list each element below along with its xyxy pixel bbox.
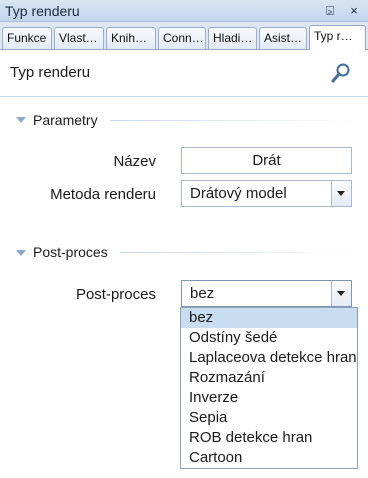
name-field-value: Drát: [252, 152, 281, 169]
render-method-label: Metoda renderu: [50, 186, 156, 203]
panel-title: Typ renderu: [10, 64, 91, 81]
dropdown-option[interactable]: Laplaceova detekce hran: [181, 348, 357, 368]
tab-hladiny[interactable]: Hladi…: [208, 27, 257, 49]
section-divider: [120, 252, 360, 253]
collapse-caret-icon[interactable]: [16, 117, 26, 123]
panel-header: Typ renderu: [0, 51, 368, 97]
section-title-post-proces[interactable]: Post-proces: [33, 244, 108, 260]
section-divider: [110, 120, 360, 121]
render-method-value: Drátový model: [190, 185, 287, 202]
dropdown-option[interactable]: ROB detekce hran: [181, 428, 357, 448]
dropdown-option[interactable]: Sepia: [181, 408, 357, 428]
post-proces-dropdown-list: bez Odstíny šedé Laplaceova detekce hran…: [180, 307, 358, 469]
post-proces-select[interactable]: bez: [181, 280, 352, 307]
tab-connections[interactable]: Conn…: [158, 27, 206, 49]
collapse-caret-icon[interactable]: [16, 250, 26, 256]
tab-typ-renderu[interactable]: Typ r…: [309, 25, 366, 50]
name-field[interactable]: Drát: [181, 147, 352, 174]
tab-strip: Funkce Vlast… Knih… Conn… Hladi… Asist… …: [0, 22, 368, 50]
dropdown-option[interactable]: Odstíny šedé: [181, 328, 357, 348]
dropdown-option[interactable]: Rozmazání: [181, 368, 357, 388]
pin-icon[interactable]: ⍄: [320, 1, 340, 21]
dropdown-option[interactable]: bez: [181, 308, 357, 328]
window-title: Typ renderu: [5, 3, 80, 19]
tab-vlastnosti[interactable]: Vlast…: [54, 27, 104, 49]
tab-knihovna[interactable]: Knih…: [106, 27, 156, 49]
tab-funkce[interactable]: Funkce: [2, 27, 52, 49]
panel-content: Parametry Název Drát Metoda renderu Drát…: [0, 98, 368, 478]
post-proces-value: bez: [190, 285, 215, 302]
chevron-down-icon: [337, 191, 345, 196]
dropdown-option[interactable]: Inverze: [181, 388, 357, 408]
post-proces-label: Post-proces: [75, 286, 156, 303]
render-method-dropdown-button[interactable]: [331, 181, 351, 206]
section-title-parametry[interactable]: Parametry: [33, 112, 98, 128]
chevron-down-icon: [337, 291, 345, 296]
render-method-select[interactable]: Drátový model: [181, 180, 352, 207]
window-titlebar: Typ renderu ⍄ ×: [0, 0, 368, 22]
post-proces-dropdown-button[interactable]: [331, 281, 351, 306]
dropdown-option[interactable]: Cartoon: [181, 448, 357, 468]
name-label: Název: [113, 153, 156, 170]
search-icon[interactable]: [330, 62, 352, 84]
close-icon[interactable]: ×: [344, 1, 364, 21]
tab-asistent[interactable]: Asist…: [259, 27, 307, 49]
